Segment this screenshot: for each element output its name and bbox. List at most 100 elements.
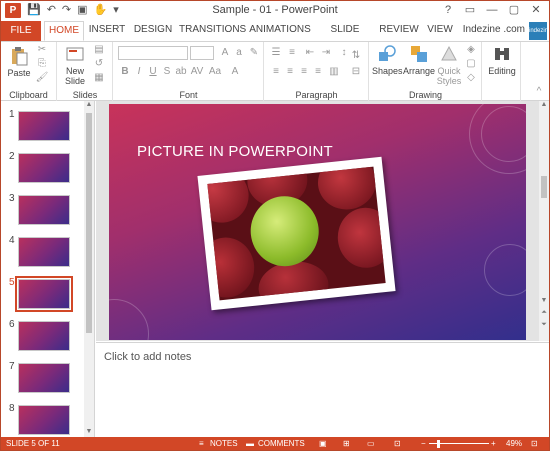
section-icon[interactable]: ▦ (92, 72, 106, 84)
reading-view-icon[interactable]: ▭ (367, 439, 375, 449)
layout-icon[interactable]: ▤ (92, 44, 106, 56)
columns-icon[interactable]: ▥ (327, 66, 341, 78)
format-painter-icon[interactable]: 🖌 (35, 72, 49, 84)
slide-thumbnail[interactable]: 6 (1, 319, 85, 359)
zoom-in-icon[interactable]: + (491, 439, 496, 449)
notes-button[interactable]: NOTES (210, 439, 238, 449)
shadow-icon[interactable]: S (160, 66, 174, 78)
tab-view[interactable]: VIEW (425, 21, 455, 41)
align-right-icon[interactable]: ≡ (297, 66, 311, 78)
slide-title[interactable]: PICTURE IN POWERPOINT (137, 143, 333, 160)
tab-design[interactable]: DESIGN (131, 21, 175, 41)
red-apple (334, 205, 386, 271)
justify-icon[interactable]: ≡ (311, 66, 325, 78)
editing-group: Editing (483, 42, 521, 101)
slides-group-label: Slides (72, 90, 98, 100)
user-name[interactable]: Indezine .com (463, 24, 525, 35)
tab-transitions[interactable]: TRANSITIONS (179, 21, 246, 41)
font-color-icon[interactable]: A (228, 66, 242, 78)
italic-icon[interactable]: I (132, 66, 146, 78)
slide-thumbnail-selected[interactable]: 5 (1, 276, 85, 317)
new-slide-icon (66, 47, 84, 61)
editing-button[interactable]: Editing (485, 44, 519, 76)
slide-sorter-icon[interactable]: ⊞ (343, 439, 350, 449)
zoom-out-icon[interactable]: − (421, 439, 426, 449)
bullets-icon[interactable]: ☰ (269, 47, 283, 59)
slide-show-icon[interactable]: ⊡ (394, 439, 401, 449)
align-text-icon[interactable]: ⊟ (349, 66, 363, 78)
arrange-button[interactable]: Arrange (402, 44, 436, 76)
previous-slide-icon[interactable]: ⏶ (539, 309, 549, 319)
paste-button[interactable]: Paste (5, 46, 33, 78)
reset-icon[interactable]: ↺ (92, 58, 106, 70)
next-slide-icon[interactable]: ⏷ (539, 321, 549, 331)
green-apple (247, 192, 323, 270)
notes-icon[interactable]: ≡ (199, 439, 204, 449)
cut-icon[interactable]: ✂ (35, 44, 49, 56)
align-center-icon[interactable]: ≡ (283, 66, 297, 78)
maximize-icon[interactable]: ▢ (503, 2, 525, 19)
quick-styles-button[interactable]: Quick Styles (436, 44, 462, 86)
increase-indent-icon[interactable]: ⇥ (319, 47, 333, 59)
shape-effects-icon[interactable]: ◇ (464, 72, 478, 84)
comments-icon[interactable]: ▬ (246, 439, 254, 449)
arrange-label: Arrange (402, 66, 436, 76)
thumbnail-scrollbar[interactable]: ▲ ▼ (84, 101, 94, 438)
slide-thumbnail[interactable]: 2 (1, 151, 85, 191)
slide-thumbnail[interactable]: 7 (1, 361, 85, 401)
notes-placeholder[interactable]: Click to add notes (104, 351, 191, 363)
apple-picture[interactable] (197, 156, 396, 311)
fit-to-window-icon[interactable]: ⊡ (531, 439, 538, 449)
tab-animations[interactable]: ANIMATIONS (248, 21, 312, 41)
tab-insert[interactable]: INSERT (87, 21, 127, 41)
collapse-ribbon-icon[interactable]: ^ (532, 86, 546, 98)
scroll-up-icon[interactable]: ▲ (539, 101, 549, 111)
zoom-level[interactable]: 49% (506, 439, 522, 449)
slide-thumbnail[interactable]: 3 (1, 193, 85, 233)
align-left-icon[interactable]: ≡ (269, 66, 283, 78)
text-direction-icon[interactable]: ⇅ (349, 50, 363, 62)
slide-thumbnail[interactable]: 4 (1, 235, 85, 275)
clear-formatting-icon[interactable]: ✎ (247, 47, 261, 59)
copy-icon[interactable]: ⎘ (35, 58, 49, 70)
scroll-down-icon[interactable]: ▼ (539, 297, 549, 307)
slide-thumbnail[interactable]: 1 (1, 109, 85, 149)
slides-group: New Slide ▤ ↺ ▦ Slides (58, 42, 113, 101)
increase-font-icon[interactable]: A (218, 47, 232, 59)
decrease-indent-icon[interactable]: ⇤ (303, 47, 317, 59)
zoom-slider-knob[interactable] (437, 440, 440, 448)
shape-outline-icon[interactable]: ▢ (464, 58, 478, 70)
tab-file[interactable]: FILE (1, 21, 41, 41)
shape-fill-icon[interactable]: ◈ (464, 44, 478, 56)
ribbon-display-options-icon[interactable]: ▭ (459, 2, 481, 19)
notes-pane[interactable]: Click to add notes (96, 342, 549, 438)
new-slide-button[interactable]: New Slide (61, 44, 89, 86)
change-case-icon[interactable]: Aa (208, 66, 222, 78)
decrease-font-icon[interactable]: a (232, 47, 246, 59)
close-icon[interactable]: ✕ (525, 2, 547, 19)
numbering-icon[interactable]: ≡ (285, 47, 299, 59)
shapes-button[interactable]: Shapes (372, 44, 403, 76)
bold-icon[interactable]: B (118, 66, 132, 78)
scroll-up-icon[interactable]: ▲ (84, 101, 94, 111)
tab-slide-show[interactable]: SLIDE SHOW (317, 21, 373, 53)
font-name-box[interactable] (118, 46, 188, 60)
tab-review[interactable]: REVIEW (379, 21, 419, 41)
comments-button[interactable]: COMMENTS (258, 439, 305, 449)
character-spacing-icon[interactable]: AV (190, 66, 204, 78)
normal-view-icon[interactable]: ▣ (319, 439, 327, 449)
clipboard-group: Paste ✂ ⎘ 🖌 Clipboard (1, 42, 57, 101)
font-size-box[interactable] (190, 46, 214, 60)
slide-scrollbar[interactable]: ▲ ▼ ⏶ ⏷ (539, 101, 549, 341)
avatar[interactable]: indezine (529, 22, 549, 40)
scroll-thumb[interactable] (541, 176, 547, 198)
strikethrough-icon[interactable]: ab (174, 66, 188, 78)
current-slide[interactable]: PICTURE IN POWERPOINT (109, 104, 526, 340)
minimize-icon[interactable]: — (481, 2, 503, 19)
thumbnail-image (18, 195, 70, 225)
thumbnail-number: 8 (9, 403, 15, 414)
help-icon[interactable]: ? (437, 2, 459, 19)
underline-icon[interactable]: U (146, 66, 160, 78)
tab-home[interactable]: HOME (44, 21, 84, 41)
scroll-thumb[interactable] (86, 113, 92, 333)
